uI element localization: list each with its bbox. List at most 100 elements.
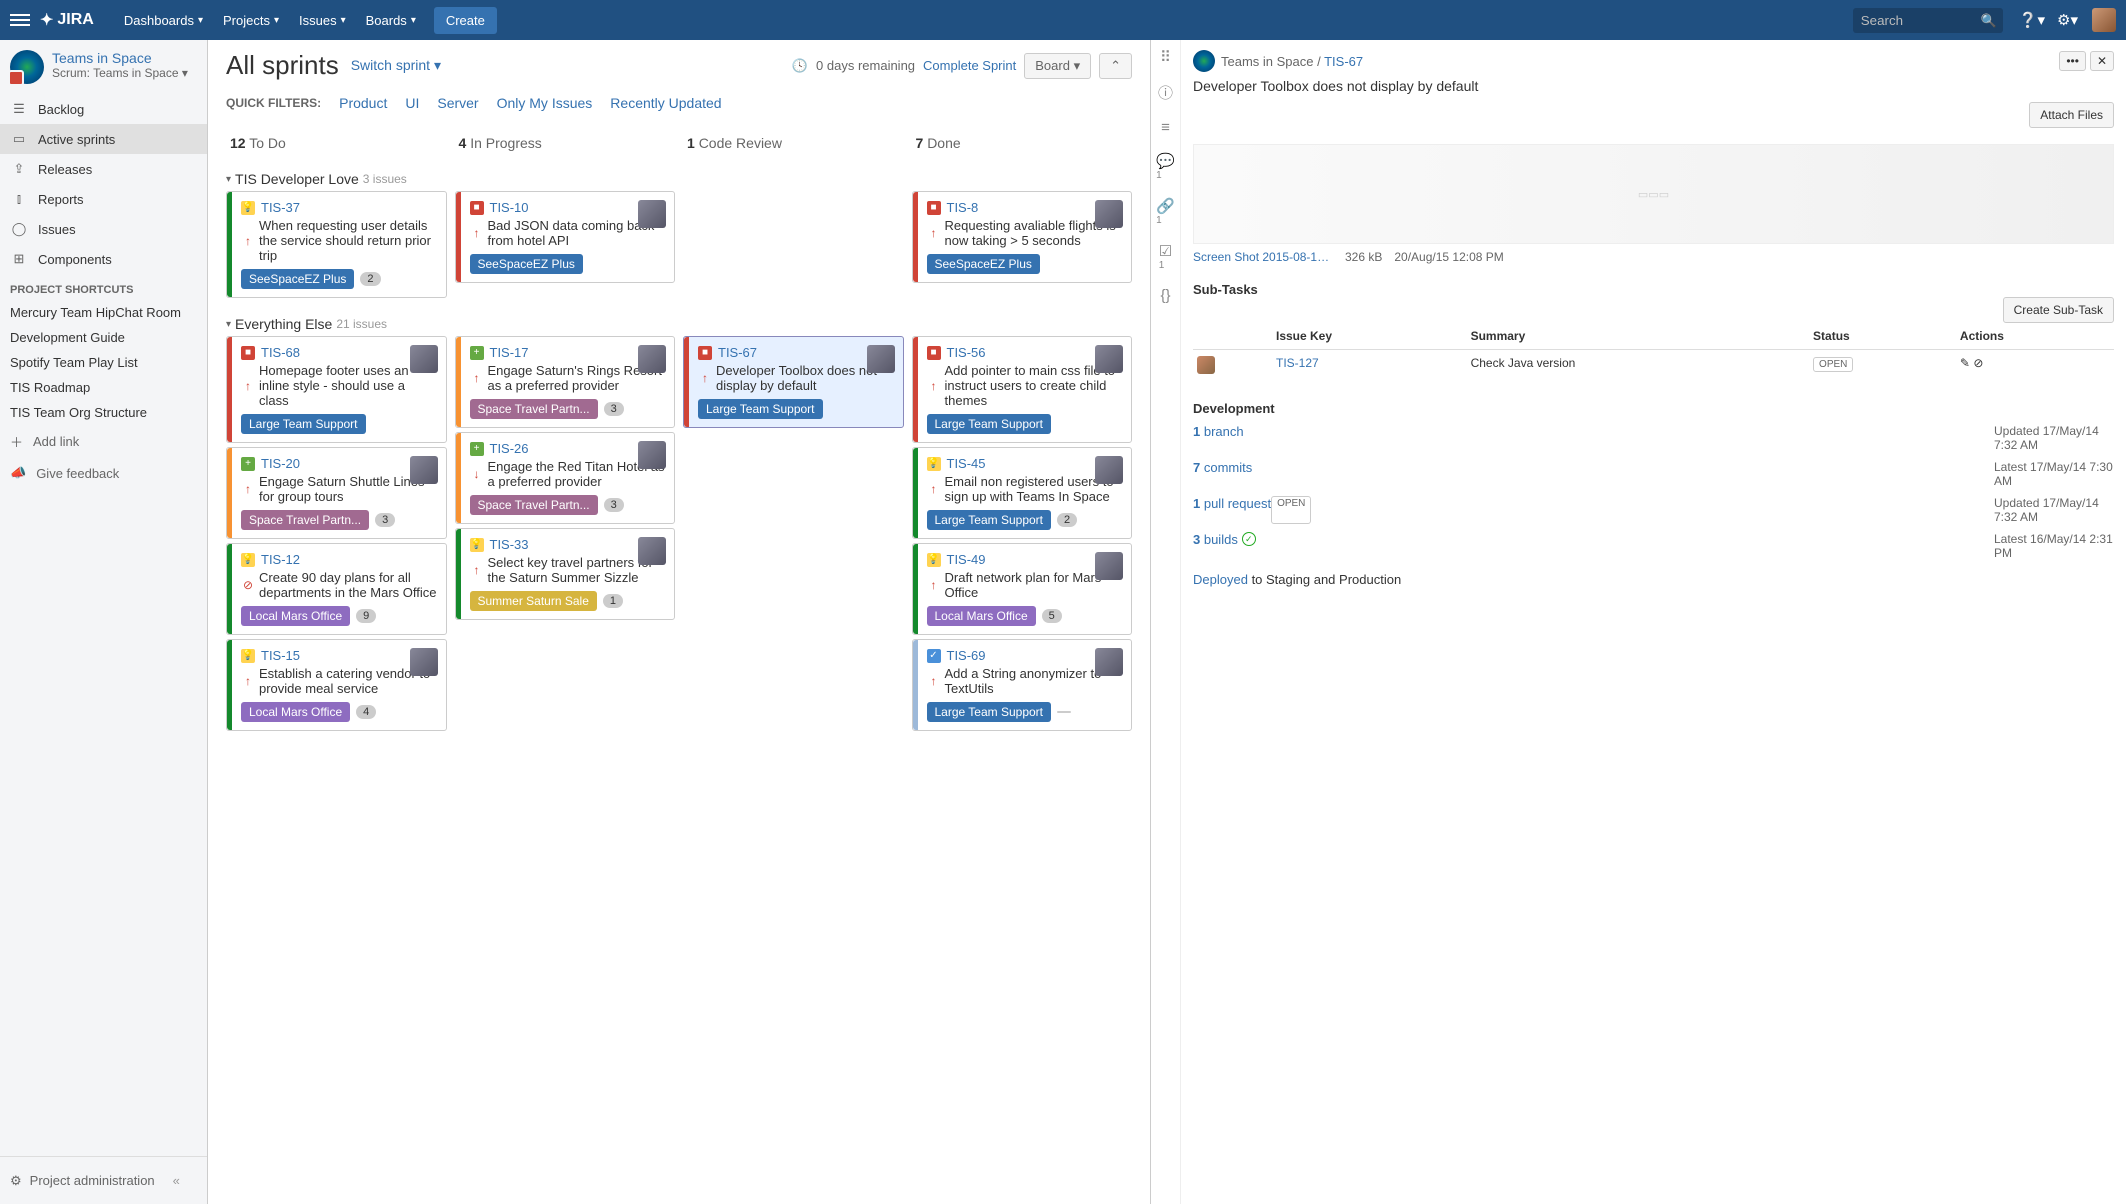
- assignee-avatar[interactable]: [638, 345, 666, 373]
- board-dropdown-button[interactable]: Board ▾: [1024, 53, 1091, 79]
- issue-key-link[interactable]: TIS-67: [1324, 54, 1363, 69]
- epic-label[interactable]: Space Travel Partn...: [470, 495, 598, 515]
- issue-key-link[interactable]: TIS-45: [947, 456, 986, 471]
- add-link-button[interactable]: ＋Add link: [0, 425, 207, 458]
- epic-label[interactable]: Large Team Support: [698, 399, 823, 419]
- issue-card[interactable]: ■TIS-8↑Requesting avaliable flights is n…: [912, 191, 1133, 283]
- delete-icon[interactable]: ⊘: [1973, 356, 1983, 370]
- assignee-avatar[interactable]: [638, 441, 666, 469]
- epic-label[interactable]: Local Mars Office: [241, 606, 350, 626]
- dev-link[interactable]: 1 pull request: [1193, 496, 1271, 524]
- issue-card[interactable]: ■TIS-10↑Bad JSON data coming back from h…: [455, 191, 676, 283]
- help-icon[interactable]: ❔▾: [2019, 11, 2045, 29]
- epic-label[interactable]: Space Travel Partn...: [241, 510, 369, 530]
- shortcut-link[interactable]: TIS Roadmap: [0, 375, 207, 400]
- dev-link[interactable]: 1 branch: [1193, 424, 1244, 452]
- issue-key-link[interactable]: TIS-67: [718, 345, 757, 360]
- sidebar-item-backlog[interactable]: ☰Backlog: [0, 94, 207, 124]
- issue-key-link[interactable]: TIS-10: [490, 200, 529, 215]
- shortcut-link[interactable]: TIS Team Org Structure: [0, 400, 207, 425]
- assignee-avatar[interactable]: [638, 200, 666, 228]
- create-subtask-button[interactable]: Create Sub-Task: [2003, 297, 2114, 323]
- rail-description-icon[interactable]: ≡: [1161, 119, 1170, 136]
- rail-info-icon[interactable]: ⓘ: [1158, 82, 1173, 103]
- sidebar-item-components[interactable]: ⊞Components: [0, 244, 207, 274]
- swimlane-header[interactable]: ▾Everything Else 21 issues: [226, 312, 1132, 336]
- rail-comments-icon[interactable]: 💬: [1156, 153, 1175, 170]
- attachment-name-link[interactable]: Screen Shot 2015-08-13 at 4.1: [1193, 250, 1333, 264]
- give-feedback-button[interactable]: 📣Give feedback: [0, 458, 207, 488]
- epic-label[interactable]: Large Team Support: [927, 702, 1052, 722]
- issue-card[interactable]: +TIS-17↑Engage Saturn's Rings Resort as …: [455, 336, 676, 428]
- attachment-thumbnail[interactable]: ▭▭▭: [1193, 144, 2114, 244]
- dev-link[interactable]: 3 builds: [1193, 532, 1238, 560]
- subtask-row[interactable]: TIS-127Check Java versionOPEN✎ ⊘: [1193, 350, 2114, 384]
- project-title[interactable]: Teams in Space: [52, 50, 188, 66]
- assignee-avatar[interactable]: [1095, 345, 1123, 373]
- issue-card[interactable]: ■TIS-67↑Developer Toolbox does not displ…: [683, 336, 904, 428]
- issue-key-link[interactable]: TIS-26: [490, 441, 529, 456]
- issue-key-link[interactable]: TIS-15: [261, 648, 300, 663]
- epic-label[interactable]: Space Travel Partn...: [470, 399, 598, 419]
- search-icon[interactable]: 🔍: [1981, 13, 1997, 29]
- issue-key-link[interactable]: TIS-17: [490, 345, 529, 360]
- issue-card[interactable]: ■TIS-68↑Homepage footer uses an inline s…: [226, 336, 447, 443]
- sidebar-item-reports[interactable]: ⫾Reports: [0, 184, 207, 214]
- issue-key-link[interactable]: TIS-33: [490, 537, 529, 552]
- issue-key-link[interactable]: TIS-8: [947, 200, 979, 215]
- user-avatar[interactable]: [2092, 8, 2116, 32]
- assignee-avatar[interactable]: [410, 648, 438, 676]
- subtask-key-link[interactable]: TIS-127: [1276, 356, 1319, 370]
- issue-card[interactable]: ■TIS-56↑Add pointer to main css file to …: [912, 336, 1133, 443]
- more-actions-button[interactable]: •••: [2059, 51, 2086, 71]
- issue-key-link[interactable]: TIS-69: [947, 648, 986, 663]
- nav-boards[interactable]: Boards ▾: [356, 0, 426, 40]
- filter-ui[interactable]: UI: [405, 95, 419, 111]
- rail-dev-icon[interactable]: {}: [1160, 287, 1170, 304]
- epic-label[interactable]: Local Mars Office: [241, 702, 350, 722]
- issue-card[interactable]: 💡TIS-12⊘Create 90 day plans for all depa…: [226, 543, 447, 635]
- filter-product[interactable]: Product: [339, 95, 387, 111]
- epic-label[interactable]: SeeSpaceEZ Plus: [470, 254, 583, 274]
- jira-logo[interactable]: ✦JIRA: [40, 10, 94, 30]
- epic-label[interactable]: SeeSpaceEZ Plus: [241, 269, 354, 289]
- issue-key-link[interactable]: TIS-68: [261, 345, 300, 360]
- epic-label[interactable]: Summer Saturn Sale: [470, 591, 597, 611]
- switch-sprint-link[interactable]: Switch sprint ▾: [351, 57, 441, 74]
- shortcut-link[interactable]: Development Guide: [0, 325, 207, 350]
- menu-hamburger-icon[interactable]: [10, 10, 30, 30]
- assignee-avatar[interactable]: [1095, 552, 1123, 580]
- issue-card[interactable]: 💡TIS-15↑Establish a catering vendor to p…: [226, 639, 447, 731]
- swimlane-header[interactable]: ▾TIS Developer Love 3 issues: [226, 167, 1132, 191]
- issue-card[interactable]: +TIS-26↓Engage the Red Titan Hotel as a …: [455, 432, 676, 524]
- issue-card[interactable]: 💡TIS-33↑Select key travel partners for t…: [455, 528, 676, 620]
- deployed-link[interactable]: Deployed: [1193, 572, 1248, 587]
- assignee-avatar[interactable]: [1095, 200, 1123, 228]
- sidebar-item-releases[interactable]: ⇪Releases: [0, 154, 207, 184]
- assignee-avatar[interactable]: [410, 345, 438, 373]
- scroll-top-button[interactable]: ⌃: [1099, 53, 1132, 79]
- filter-only-my-issues[interactable]: Only My Issues: [497, 95, 593, 111]
- issue-card[interactable]: ✓TIS-69↑Add a String anonymizer to TextU…: [912, 639, 1133, 731]
- assignee-avatar[interactable]: [638, 537, 666, 565]
- close-detail-button[interactable]: ✕: [2090, 51, 2114, 71]
- sidebar-item-issues[interactable]: ◯Issues: [0, 214, 207, 244]
- issue-key-link[interactable]: TIS-56: [947, 345, 986, 360]
- dev-link[interactable]: 7 commits: [1193, 460, 1252, 488]
- shortcut-link[interactable]: Spotify Team Play List: [0, 350, 207, 375]
- assignee-avatar[interactable]: [1095, 648, 1123, 676]
- project-admin-link[interactable]: ⚙ Project administration «: [0, 1156, 207, 1204]
- filter-server[interactable]: Server: [437, 95, 478, 111]
- issue-key-link[interactable]: TIS-12: [261, 552, 300, 567]
- rail-drag-icon[interactable]: ⠿: [1160, 48, 1171, 66]
- nav-dashboards[interactable]: Dashboards ▾: [114, 0, 213, 40]
- project-subtitle[interactable]: Scrum: Teams in Space ▾: [52, 66, 188, 80]
- create-button[interactable]: Create: [434, 7, 497, 34]
- sidebar-item-active-sprints[interactable]: ▭Active sprints: [0, 124, 207, 154]
- issue-card[interactable]: 💡TIS-45↑Email non registered users to si…: [912, 447, 1133, 539]
- issue-card[interactable]: 💡TIS-37↑When requesting user details the…: [226, 191, 447, 298]
- epic-label[interactable]: Large Team Support: [927, 510, 1052, 530]
- issue-key-link[interactable]: TIS-37: [261, 200, 300, 215]
- attach-files-button[interactable]: Attach Files: [2029, 102, 2114, 128]
- assignee-avatar[interactable]: [1095, 456, 1123, 484]
